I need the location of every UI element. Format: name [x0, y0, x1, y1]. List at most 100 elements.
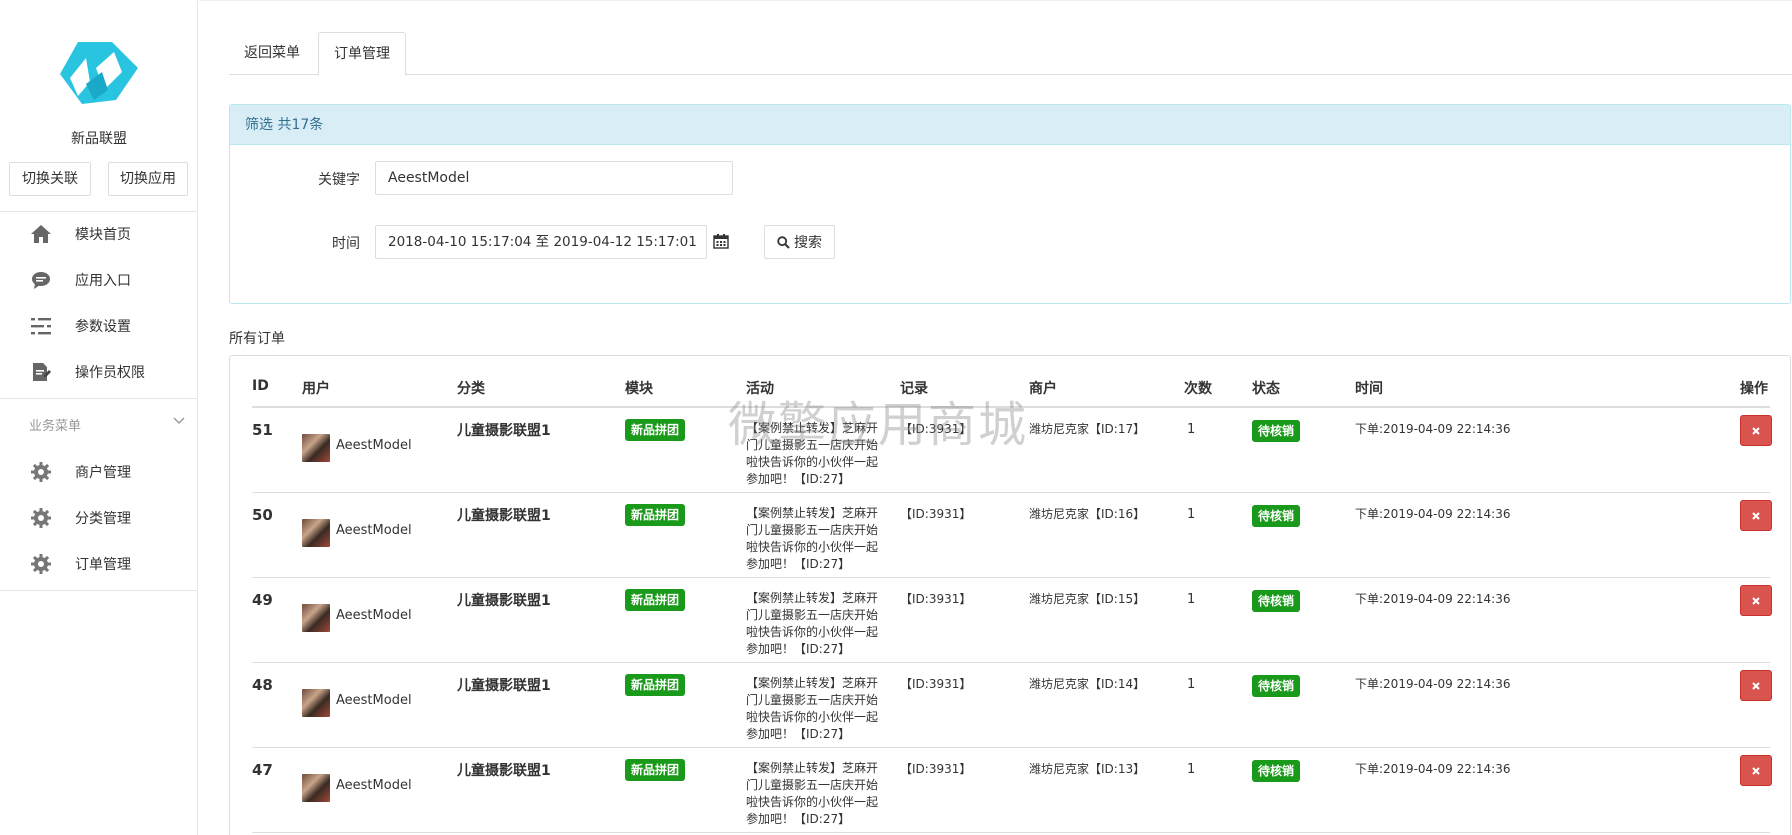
orders-table: ID 用户 分类 模块 活动 记录 商户 次数 状态 时间 操作 51 Aees…	[229, 355, 1791, 835]
order-time: 下单:2019-04-09 22:14:36	[1355, 422, 1511, 436]
col-module: 模块	[625, 381, 653, 397]
sidebar-item-category-management[interactable]: 分类管理	[0, 495, 198, 541]
table-row: 48 AeestModel 儿童摄影联盟1 新品拼团 【案例禁止转发】芝麻开门儿…	[252, 663, 1772, 748]
order-id: 50	[252, 506, 273, 524]
search-icon	[777, 235, 790, 249]
delete-button[interactable]	[1740, 500, 1772, 531]
keyword-label: 关键字	[318, 172, 360, 188]
avatar	[302, 434, 330, 462]
order-time: 下单:2019-04-09 22:14:36	[1355, 677, 1511, 691]
chevron-down-icon[interactable]	[172, 414, 186, 428]
activity: 【案例禁止转发】芝麻开门儿童摄影五一店庆开始啦快告诉你的小伙伴一起参加吧！【ID…	[746, 761, 879, 826]
search-button[interactable]: 搜索	[764, 225, 835, 259]
sidebar-item-label: 应用入口	[75, 273, 131, 289]
table-row: 47 AeestModel 儿童摄影联盟1 新品拼团 【案例禁止转发】芝麻开门儿…	[252, 748, 1772, 833]
gear-icon	[29, 460, 53, 484]
avatar	[302, 774, 330, 802]
close-icon	[1752, 511, 1760, 520]
record: 【ID:3931】	[900, 422, 972, 436]
delete-button[interactable]	[1740, 755, 1772, 786]
record: 【ID:3931】	[900, 507, 972, 521]
table-row: 50 AeestModel 儿童摄影联盟1 新品拼团 【案例禁止转发】芝麻开门儿…	[252, 493, 1772, 578]
activity: 【案例禁止转发】芝麻开门儿童摄影五一店庆开始啦快告诉你的小伙伴一起参加吧！【ID…	[746, 591, 879, 656]
activity: 【案例禁止转发】芝麻开门儿童摄影五一店庆开始啦快告诉你的小伙伴一起参加吧！【ID…	[746, 506, 879, 571]
merchant: 潍坊尼克家【ID:14】	[1029, 677, 1146, 691]
user-name: AeestModel	[336, 693, 412, 708]
merchant: 潍坊尼克家【ID:13】	[1029, 762, 1146, 776]
col-category: 分类	[457, 381, 485, 397]
sidebar-item-app-entry[interactable]: 应用入口	[0, 257, 198, 303]
user-name: AeestModel	[336, 523, 412, 538]
home-icon	[29, 222, 53, 246]
tab-order-management[interactable]: 订单管理	[318, 32, 406, 76]
user-name: AeestModel	[336, 438, 412, 453]
record: 【ID:3931】	[900, 762, 972, 776]
gear-icon	[29, 506, 53, 530]
search-button-label: 搜索	[794, 235, 822, 251]
category: 儿童摄影联盟1	[457, 593, 551, 609]
filter-panel: 筛选 共17条 关键字 AeestModel 时间 2018-04-10 15:…	[229, 104, 1791, 304]
module-badge: 新品拼团	[625, 674, 686, 696]
sidebar: 新品联盟 切换关联 切换应用 模块首页 应用入口 参数设置 操作员权限 业务菜单…	[0, 0, 198, 835]
switch-association-button[interactable]: 切换关联	[9, 162, 91, 196]
sidebar-item-operator-permissions[interactable]: 操作员权限	[0, 349, 198, 395]
user-name: AeestModel	[336, 778, 412, 793]
order-time: 下单:2019-04-09 22:14:36	[1355, 762, 1511, 776]
delete-button[interactable]	[1740, 670, 1772, 701]
time-range-input[interactable]: 2018-04-10 15:17:04 至 2019-04-12 15:17:0…	[375, 225, 707, 259]
table-header: ID 用户 分类 模块 活动 记录 商户 次数 状态 时间 操作	[252, 378, 1770, 408]
section-title: 所有订单	[229, 331, 285, 347]
col-activity: 活动	[746, 381, 774, 397]
sidebar-item-settings[interactable]: 参数设置	[0, 303, 198, 349]
main-content: 返回菜单 订单管理 筛选 共17条 关键字 AeestModel 时间 2018…	[199, 0, 1792, 835]
time-label: 时间	[332, 236, 360, 252]
order-time: 下单:2019-04-09 22:14:36	[1355, 592, 1511, 606]
module-badge: 新品拼团	[625, 759, 686, 781]
sidebar-item-module-home[interactable]: 模块首页	[0, 211, 198, 257]
avatar	[302, 604, 330, 632]
sidebar-item-label: 参数设置	[75, 319, 131, 335]
order-id: 51	[252, 421, 273, 439]
col-time: 时间	[1355, 381, 1383, 397]
count: 1	[1187, 422, 1196, 437]
activity: 【案例禁止转发】芝麻开门儿童摄影五一店庆开始啦快告诉你的小伙伴一起参加吧！【ID…	[746, 421, 879, 486]
order-time: 下单:2019-04-09 22:14:36	[1355, 507, 1511, 521]
category: 儿童摄影联盟1	[457, 763, 551, 779]
sidebar-divider	[0, 590, 198, 591]
table-row: 51 AeestModel 儿童摄影联盟1 新品拼团 【案例禁止转发】芝麻开门儿…	[252, 408, 1772, 493]
delete-button[interactable]	[1740, 585, 1772, 616]
document-edit-icon	[29, 360, 53, 384]
sidebar-item-label: 订单管理	[75, 557, 131, 573]
col-status: 状态	[1252, 381, 1280, 397]
avatar	[302, 519, 330, 547]
category: 儿童摄影联盟1	[457, 678, 551, 694]
sidebar-item-label: 商户管理	[75, 465, 131, 481]
col-id: ID	[252, 378, 269, 394]
activity: 【案例禁止转发】芝麻开门儿童摄影五一店庆开始啦快告诉你的小伙伴一起参加吧！【ID…	[746, 676, 879, 741]
gear-icon	[29, 552, 53, 576]
filter-header: 筛选 共17条	[230, 105, 1790, 145]
category: 儿童摄影联盟1	[457, 423, 551, 439]
col-merchant: 商户	[1029, 381, 1057, 397]
sidebar-group-title: 业务菜单	[29, 419, 82, 434]
switch-app-button[interactable]: 切换应用	[108, 162, 188, 196]
brand-logo-icon	[60, 42, 138, 104]
sidebar-item-merchant-management[interactable]: 商户管理	[0, 449, 198, 495]
merchant: 潍坊尼克家【ID:17】	[1029, 422, 1146, 436]
record: 【ID:3931】	[900, 677, 972, 691]
keyword-input[interactable]: AeestModel	[375, 161, 733, 195]
sidebar-item-order-management[interactable]: 订单管理	[0, 541, 198, 587]
status-badge: 待核销	[1252, 590, 1301, 612]
merchant: 潍坊尼克家【ID:16】	[1029, 507, 1146, 521]
sidebar-item-label: 操作员权限	[75, 365, 145, 381]
sidebar-item-label: 分类管理	[75, 511, 131, 527]
calendar-icon[interactable]	[713, 233, 729, 249]
count: 1	[1187, 762, 1196, 777]
top-border	[199, 0, 1792, 1]
delete-button[interactable]	[1740, 415, 1772, 446]
close-icon	[1752, 766, 1760, 775]
module-badge: 新品拼团	[625, 504, 686, 526]
status-badge: 待核销	[1252, 420, 1301, 442]
tab-bar: 返回菜单 订单管理	[229, 32, 1792, 76]
tab-back-to-menu[interactable]: 返回菜单	[229, 32, 315, 75]
